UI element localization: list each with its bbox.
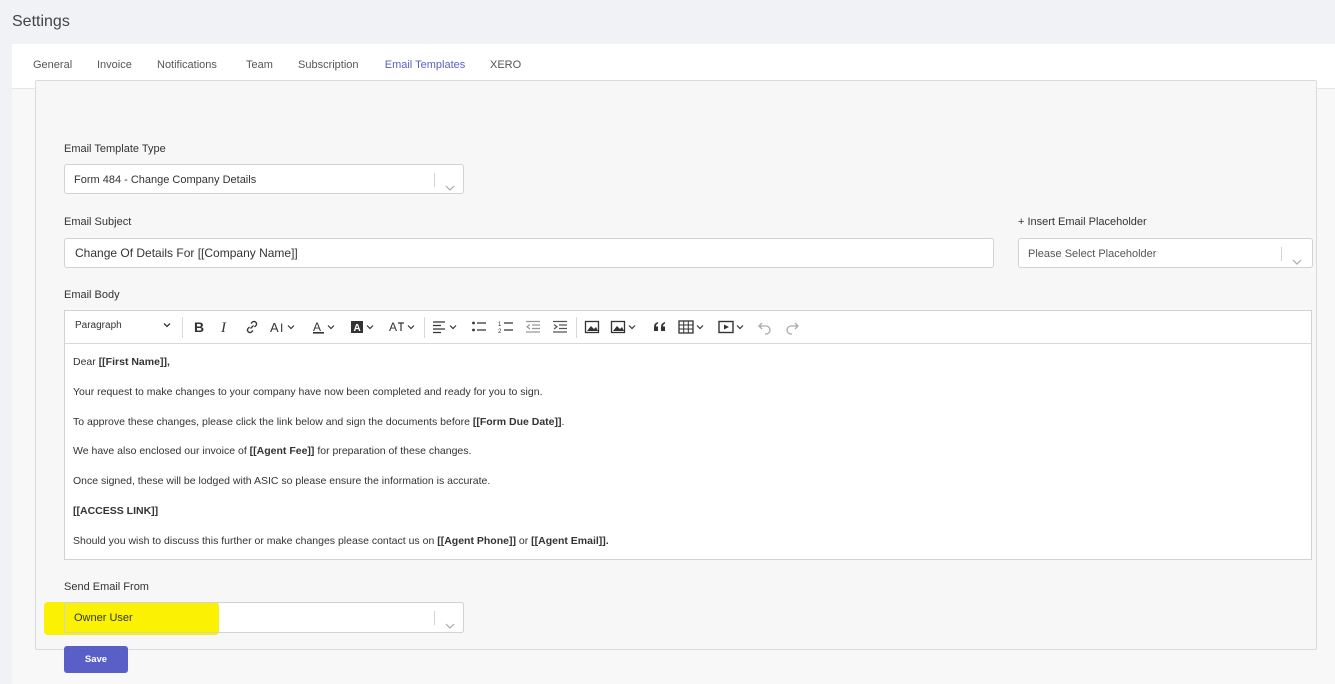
save-button[interactable]: Save	[64, 646, 128, 673]
svg-text:2: 2	[498, 329, 502, 335]
svg-text:1: 1	[498, 322, 502, 328]
svg-text:B: B	[194, 319, 204, 335]
media-icon[interactable]	[718, 319, 748, 335]
body-line: Dear [[First Name]],	[73, 356, 170, 368]
send-from-label: Send Email From	[64, 581, 149, 593]
bulleted-list-icon[interactable]	[471, 319, 487, 335]
redo-icon[interactable]	[784, 319, 800, 335]
paragraph-style-select[interactable]: Paragraph	[75, 320, 122, 331]
quote-icon[interactable]	[652, 319, 668, 335]
placeholder-select[interactable]: Please Select Placeholder	[1018, 238, 1313, 268]
font-color-icon[interactable]: A	[312, 319, 340, 335]
template-type-label: Email Template Type	[64, 143, 166, 155]
clear-format-icon[interactable]: A	[388, 319, 418, 335]
select-separator	[1281, 247, 1282, 261]
svg-text:I: I	[280, 321, 283, 335]
undo-icon[interactable]	[757, 319, 773, 335]
chevron-down-icon	[1292, 249, 1302, 265]
italic-icon[interactable]: I	[218, 319, 232, 335]
insert-placeholder-label: + Insert Email Placeholder	[1018, 216, 1147, 228]
svg-text:A: A	[354, 323, 361, 334]
align-icon[interactable]	[432, 319, 462, 335]
svg-text:A: A	[270, 320, 279, 335]
editor-toolbar: Paragraph B I AI A A A 12	[65, 311, 1311, 344]
toolbar-separator	[424, 317, 425, 338]
numbered-list-icon[interactable]: 12	[498, 319, 514, 335]
chevron-down-icon	[445, 175, 455, 191]
email-body-label: Email Body	[64, 289, 120, 301]
subject-input[interactable]: Change Of Details For [[Company Name]]	[64, 238, 994, 268]
toolbar-separator	[182, 317, 183, 338]
image-upload-icon[interactable]	[610, 319, 640, 335]
placeholder-select-value: Please Select Placeholder	[1028, 248, 1157, 260]
bold-icon[interactable]: B	[192, 319, 206, 335]
svg-text:I: I	[220, 320, 227, 335]
font-size-icon[interactable]: AI	[270, 319, 300, 335]
body-line: Should you wish to discuss this further …	[73, 535, 609, 547]
indent-icon[interactable]	[552, 319, 568, 335]
outdent-icon[interactable]	[525, 319, 541, 335]
body-line: To approve these changes, please click t…	[73, 416, 565, 428]
body-line: Your request to make changes to your com…	[73, 386, 543, 398]
rich-text-editor[interactable]: Paragraph B I AI A A A 12 Dear [[First N…	[64, 310, 1312, 560]
highlight-icon[interactable]: A	[350, 319, 378, 335]
svg-text:A: A	[313, 320, 321, 334]
chevron-down-icon	[445, 613, 455, 629]
subject-label: Email Subject	[64, 216, 132, 228]
body-line: [[ACCESS LINK]]	[73, 505, 159, 517]
body-line: We have also enclosed our invoice of [[A…	[73, 445, 472, 457]
paragraph-style-value: Paragraph	[75, 320, 122, 331]
body-line: Once signed, these will be lodged with A…	[73, 475, 491, 487]
template-type-select[interactable]: Form 484 - Change Company Details	[64, 164, 464, 194]
svg-text:A: A	[389, 320, 397, 334]
table-icon[interactable]	[678, 319, 708, 335]
send-from-select-border	[64, 602, 464, 633]
select-separator	[434, 173, 435, 187]
chevron-down-icon[interactable]	[162, 320, 172, 336]
link-icon[interactable]	[244, 319, 260, 335]
page-title: Settings	[12, 13, 70, 30]
image-icon[interactable]	[584, 319, 600, 335]
select-separator	[434, 611, 435, 625]
template-type-value: Form 484 - Change Company Details	[74, 174, 257, 186]
toolbar-separator	[576, 317, 577, 338]
